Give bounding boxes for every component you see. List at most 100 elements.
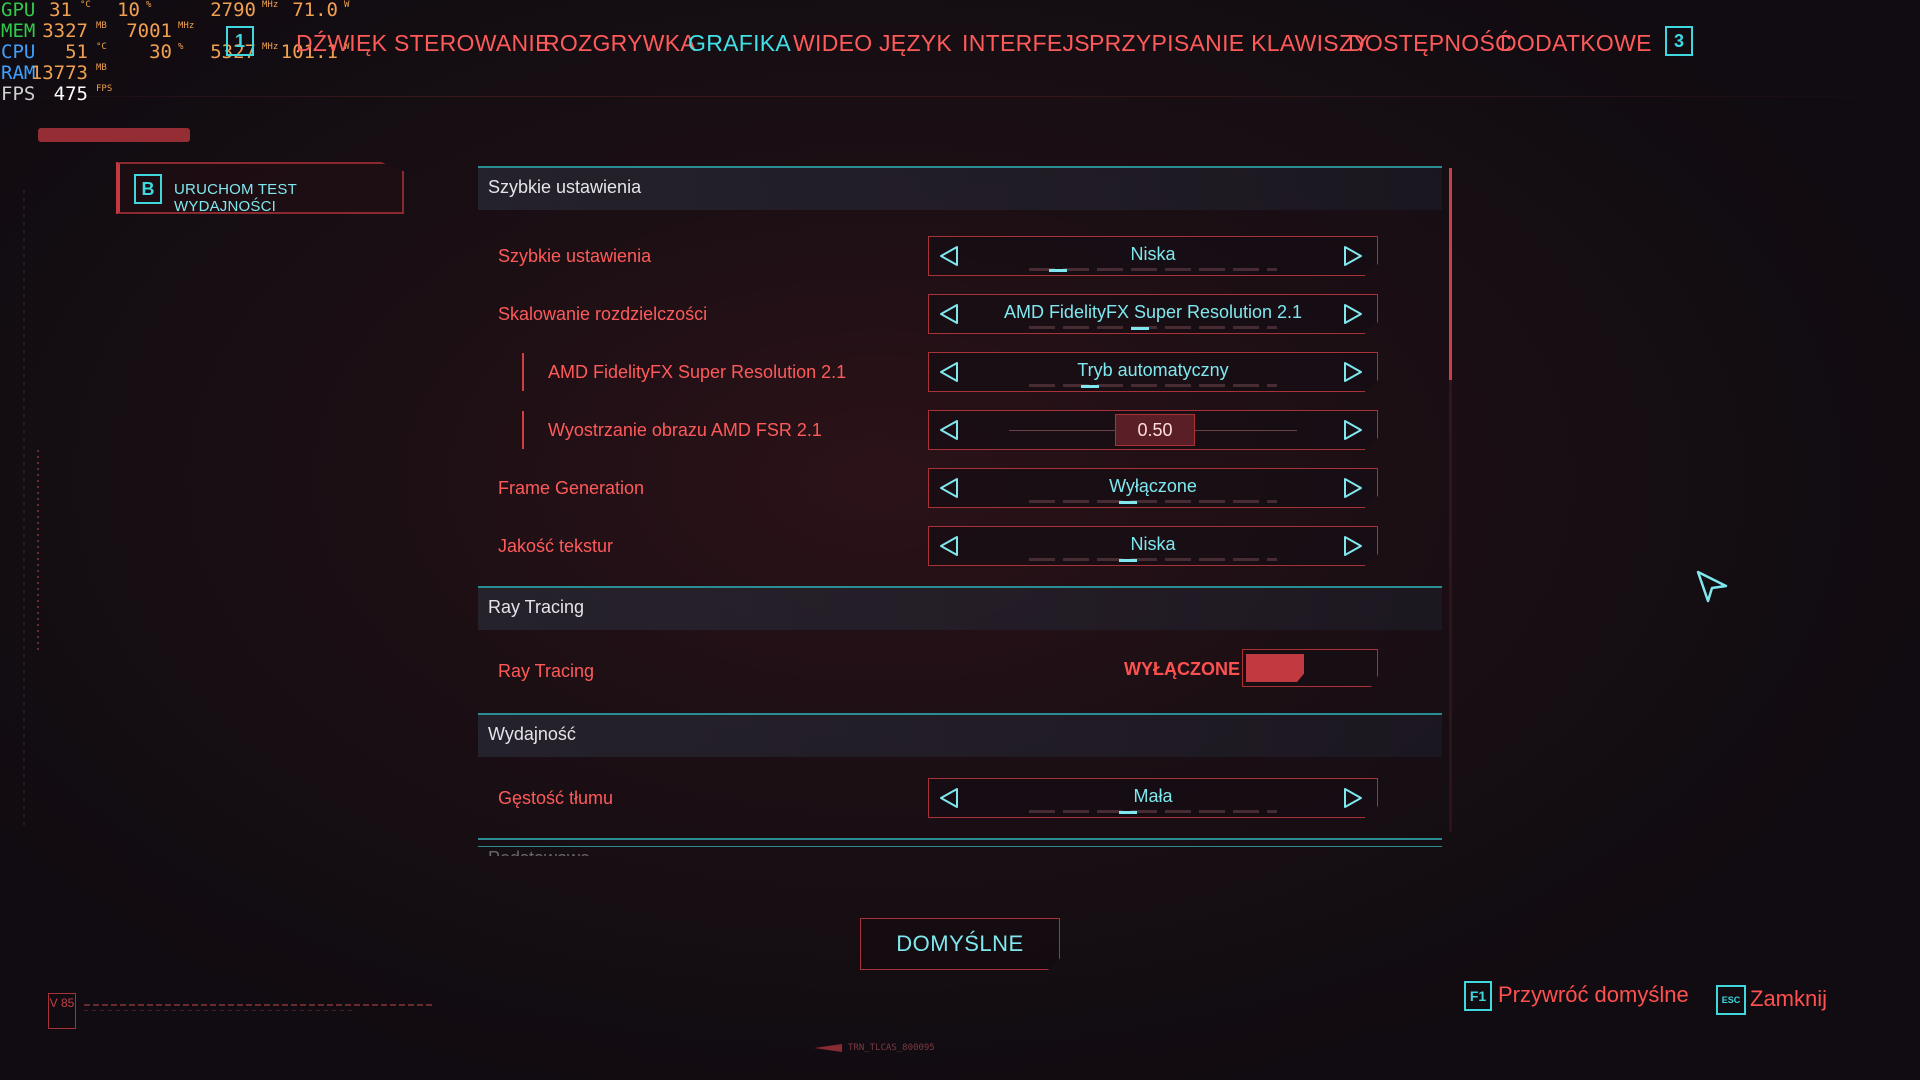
header-divider [0,96,1920,97]
setting-label: Ray Tracing [498,661,595,681]
scrollbar-thumb[interactable] [1449,168,1452,380]
section-header: Wydajność [478,713,1442,757]
section-title: Ray Tracing [488,597,585,617]
restore-defaults-hint[interactable]: F1 Przywróć domyślne [1464,981,1696,1013]
arrow-left-icon[interactable] [937,418,961,442]
setting-label: Frame Generation [498,478,645,498]
setting-label: Wyostrzanie obrazu AMD FSR 2.1 [548,420,822,440]
tab-wideo[interactable]: WIDEO [793,30,872,57]
panel-bottom-line [478,846,1442,847]
arrow-left-icon[interactable] [937,360,961,384]
close-label: Zamknij [1750,986,1828,1011]
deco-red-pill [38,128,190,142]
tab-interfejs[interactable]: INTERFEJS [962,30,1090,57]
version-badge: V 85 [48,993,76,1029]
tab-język[interactable]: JĘZYK [879,30,952,57]
setting-szybkie-ustawienia-selector[interactable]: Niska [928,236,1378,276]
osd-unit: FPS [96,84,113,94]
osd-value: 10 [117,0,140,21]
osd-unit: % [146,0,152,10]
section-title: Szybkie ustawienia [488,177,642,197]
osd-label: GPU [1,0,36,21]
arrow-left-icon[interactable] [937,476,961,500]
mouse-cursor-icon [1696,570,1728,603]
ray-tracing-toggle[interactable] [1242,649,1378,687]
toggle-state-label: WYŁĄCZONE [1124,659,1240,679]
setting-amd-fidelityfx-super-resolution-2-1-selector[interactable]: Tryb automatyczny [928,352,1378,392]
osd-unit: W [344,0,350,10]
arrow-left-icon[interactable] [937,244,961,268]
option-dots [1029,558,1277,561]
section-header: Ray Tracing [478,586,1442,630]
arrow-left-icon[interactable] [937,302,961,326]
sub-setting-indicator [522,411,524,449]
esc-key-hint: ESC [1716,985,1746,1015]
setting-value: Wyłączone [1109,476,1197,496]
tab-sterowanie[interactable]: STEROWANIE [394,30,551,57]
tab-rozgrywka[interactable]: ROZGRYWKA [543,30,696,57]
arrow-right-icon[interactable] [1341,244,1365,268]
settings-screen: GPU 31 °C 10% 2790 MHz 71.0 W MEM 3327 MB 7001 MHz CP… [0,0,1920,1080]
setting-gęstość-tłumu-selector[interactable]: Mała [928,778,1378,818]
tab-dźwięk[interactable]: DŹWIĘK [296,30,387,57]
setting-jakość-tekstur-selector[interactable]: Niska [928,526,1378,566]
arrow-left-icon[interactable] [937,786,961,810]
setting-value: Mała [1133,786,1173,806]
setting-value: Niska [1130,534,1176,554]
next-tab-key-hint[interactable]: 3 [1665,26,1693,56]
osd-value: 475 [53,83,88,105]
prev-tab-key-hint[interactable]: 1 [226,26,254,56]
option-dots [1029,810,1277,813]
f1-key-hint: F1 [1464,981,1492,1011]
deco-arrow-icon [814,1044,842,1052]
tab-dostępność[interactable]: DOSTĘPNOŚĆ [1348,30,1512,57]
run-benchmark-button[interactable]: B URUCHOM TEST WYDAJNOŚCI [116,162,404,214]
section-title: Wydajność [488,724,576,744]
setting-frame-generation-selector[interactable]: Wyłączone [928,468,1378,508]
arrow-right-icon[interactable] [1341,786,1365,810]
arrow-right-icon[interactable] [1341,476,1365,500]
close-hint[interactable]: ESC Zamknij [1716,985,1836,1017]
setting-label: Jakość tekstur [498,536,614,556]
setting-label: AMD FidelityFX Super Resolution 2.1 [548,362,847,382]
setting-label: Skalowanie rozdzielczości [498,304,708,324]
top-navigation: 1 DŹWIĘK STEROWANIE ROZGRYWKA GRAFIKA WIDEO J… [0,24,1920,72]
toggle-knob [1246,654,1304,682]
defaults-button[interactable]: DOMYŚLNE [860,918,1060,970]
osd-value: 31 [49,0,72,21]
section-divider [478,838,1442,840]
option-dots [1029,326,1277,329]
osd-row-fps: FPS 475 FPS [0,84,380,105]
arrow-right-icon[interactable] [1341,418,1365,442]
build-code: TRN_TLCAS_800095 [848,1043,935,1053]
side-decoration [23,190,39,830]
osd-unit: °C [80,0,91,10]
option-dots [1029,384,1277,387]
benchmark-key-hint: B [134,174,162,204]
option-dot-active [1119,501,1137,504]
osd-value: 71.0 [292,0,338,21]
osd-unit: MHz [262,0,279,10]
tab-dodatkowe[interactable]: DODATKOWE [1500,30,1652,57]
deco-line [84,1004,434,1006]
section-title-partial: Podstawowe [488,848,590,856]
tab-przypisanie klawiszy[interactable]: PRZYPISANIE KLAWISZY [1089,30,1369,57]
tab-grafika[interactable]: GRAFIKA [688,30,791,57]
setting-skalowanie-rozdzielczości-selector[interactable]: AMD FidelityFX Super Resolution 2.1 [928,294,1378,334]
slider-knob[interactable]: 0.50 [1115,414,1195,446]
arrow-right-icon[interactable] [1341,360,1365,384]
setting-value: Tryb automatyczny [1077,360,1229,380]
setting-value: Niska [1130,244,1176,264]
osd-row-gpu: GPU 31 °C 10% 2790 MHz 71.0 W [0,0,380,21]
setting-label: Gęstość tłumu [498,788,614,808]
option-dot-active [1119,811,1137,814]
setting-wyostrzanie-obrazu-amd-fsr-2-1-selector[interactable]: 0.50 [928,410,1378,450]
option-dot-active [1049,269,1067,272]
option-dots [1029,500,1277,503]
graphics-settings-panel[interactable]: Szybkie ustawienia Szybkie ustawienia Nisk… [478,166,1442,856]
section-header: Szybkie ustawienia [478,166,1442,210]
option-dot-active [1131,327,1149,330]
arrow-left-icon[interactable] [937,534,961,558]
arrow-right-icon[interactable] [1341,534,1365,558]
arrow-right-icon[interactable] [1341,302,1365,326]
